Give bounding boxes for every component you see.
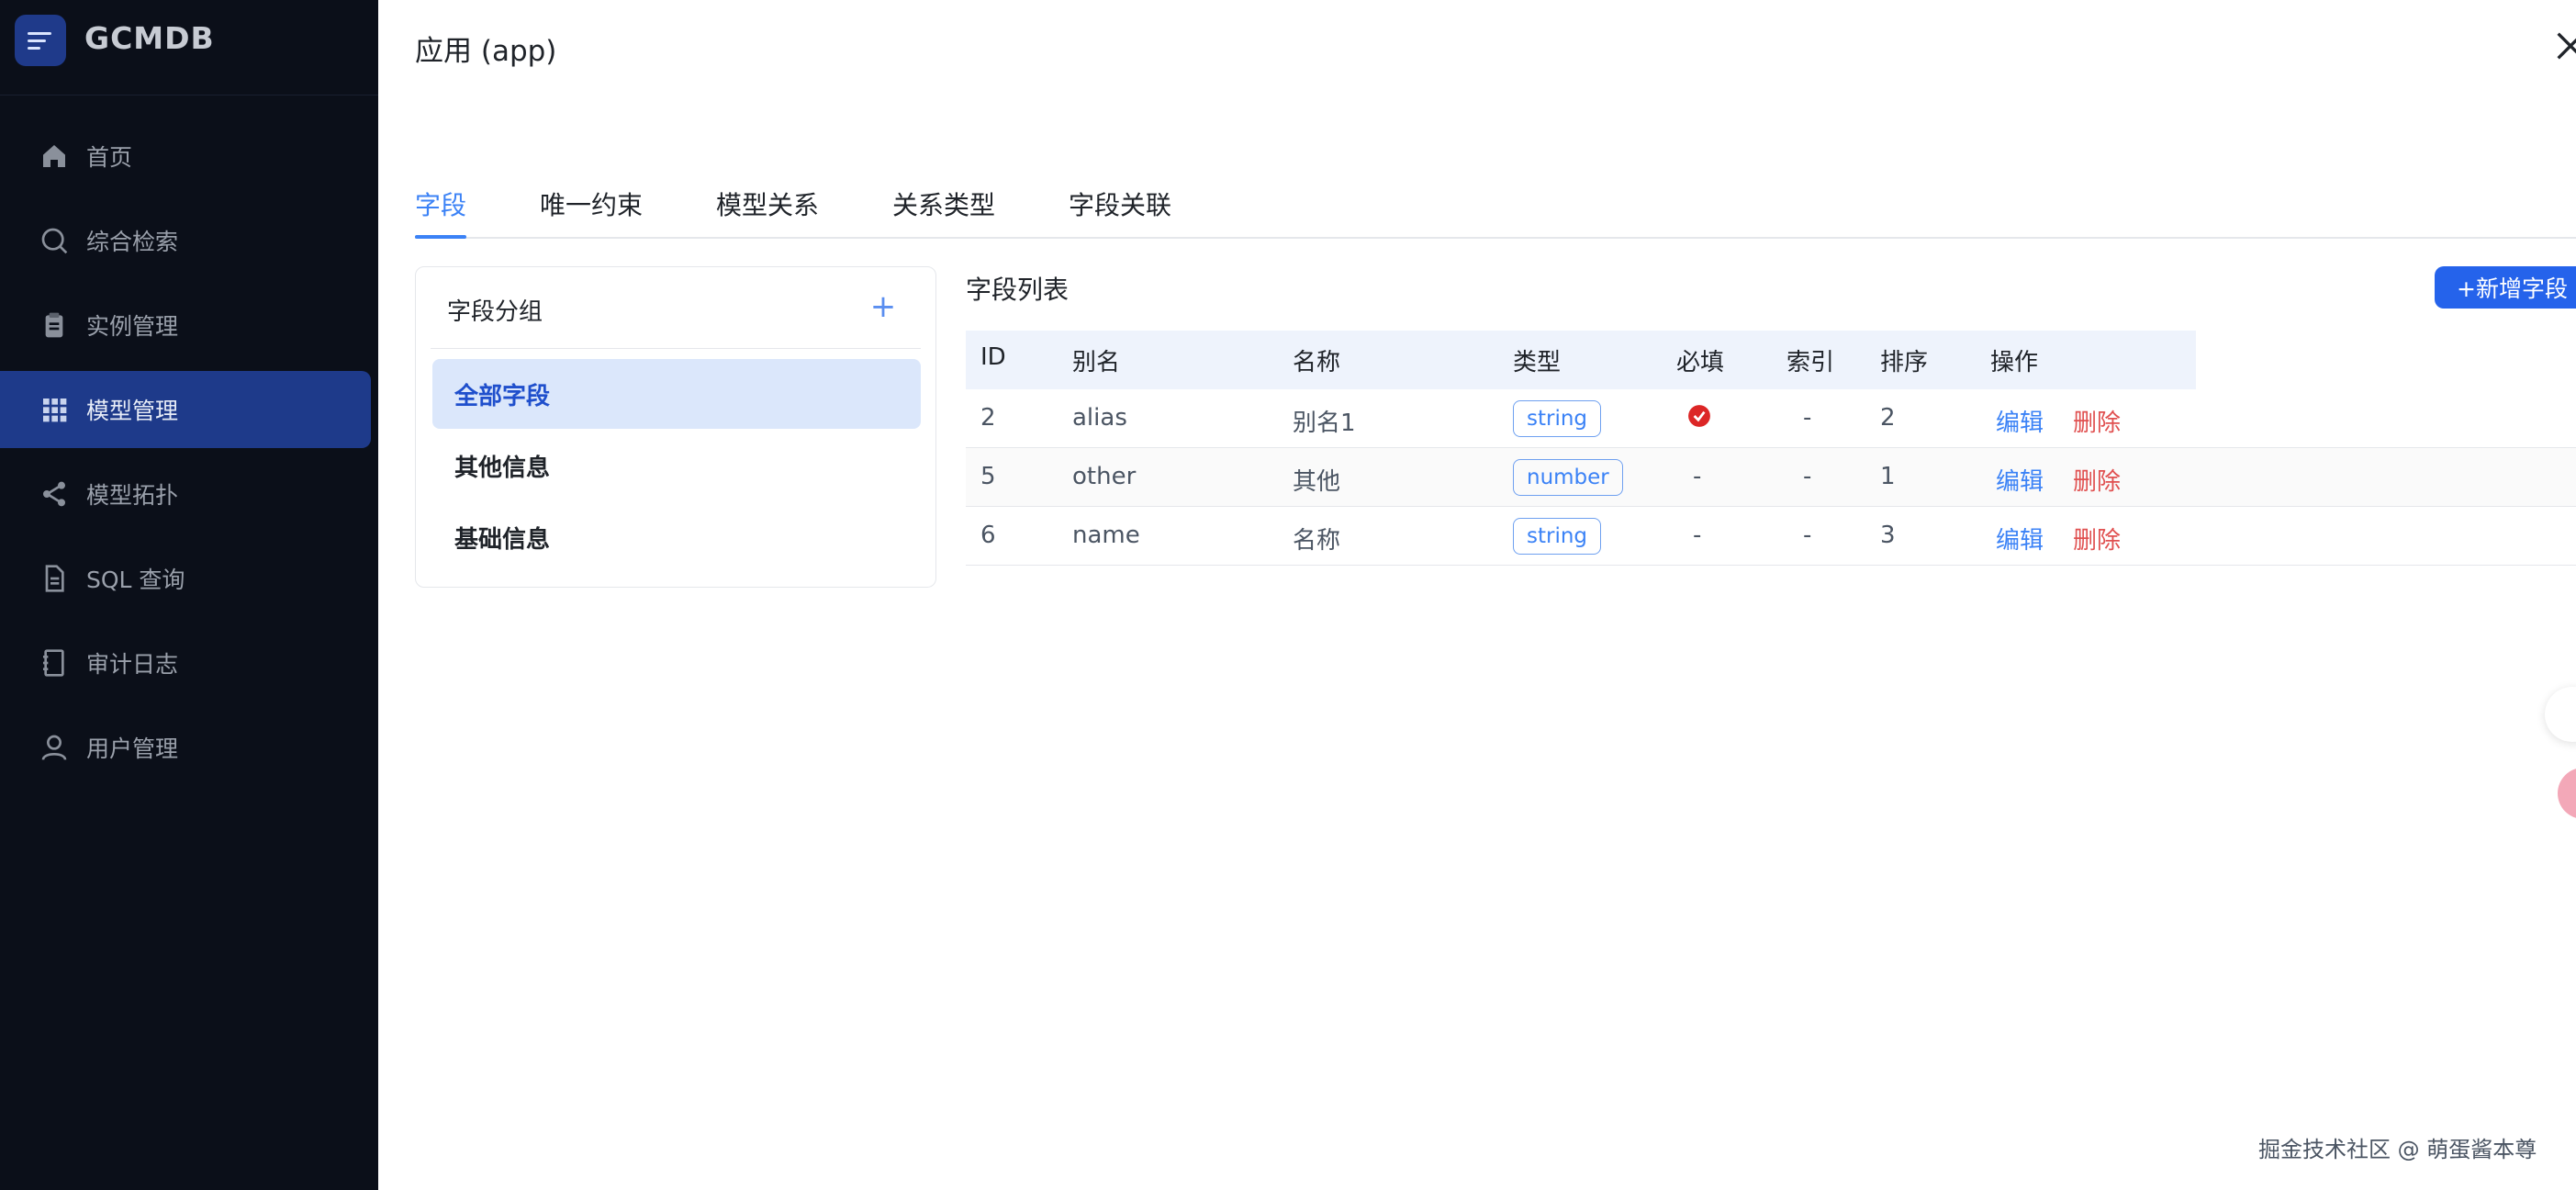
nav-item-label: 审计日志: [86, 651, 179, 678]
field-group-panel: 字段分组 + 全部字段 其他信息 基础信息: [415, 266, 936, 588]
tab-active-indicator: [415, 235, 466, 239]
cell-id: 6: [980, 522, 996, 549]
cell-name: 别名1: [1293, 410, 1356, 437]
nav-item-label: 首页: [86, 144, 133, 171]
plus-icon: +: [869, 288, 897, 325]
grid-icon: [39, 394, 70, 425]
brand-title: GCMDB: [84, 20, 215, 56]
group-panel-title: 字段分组: [447, 298, 543, 326]
cell-order: 2: [1880, 404, 1896, 432]
tab-model-relations[interactable]: 模型关系: [716, 185, 819, 222]
nav-item-instances[interactable]: 实例管理: [0, 286, 371, 364]
cell-id: 5: [980, 463, 996, 490]
close-icon[interactable]: [2552, 28, 2576, 64]
cell-name: 名称: [1293, 527, 1341, 555]
cell-index: -: [1803, 522, 1812, 549]
table-row: 5 other 其他 number - - 1 编辑 删除: [966, 448, 2576, 507]
column-header: 类型: [1513, 349, 1562, 376]
notebook-icon: [39, 647, 70, 679]
add-field-button[interactable]: +新增字段: [2435, 266, 2576, 309]
floating-assistant-button[interactable]: [2558, 768, 2576, 819]
table-row: 2 alias 别名1 string - 2 编辑 删除: [966, 389, 2576, 448]
nav-item-audit[interactable]: 审计日志: [0, 624, 371, 702]
nav-item-models[interactable]: 模型管理: [0, 371, 371, 448]
cell-alias: other: [1072, 463, 1137, 490]
type-tag: string: [1513, 400, 1602, 437]
brand-bar: GCMDB: [0, 0, 378, 95]
menu-toggle-button[interactable]: [15, 15, 66, 66]
cell-name: 其他: [1293, 468, 1341, 496]
column-header: 名称: [1293, 349, 1341, 376]
cell-alias: alias: [1072, 404, 1127, 432]
nav-item-label: 模型拓扑: [86, 482, 179, 509]
column-header: 排序: [1880, 349, 1929, 376]
nav-item-topology[interactable]: 模型拓扑: [0, 455, 371, 533]
floating-tool-button[interactable]: [2545, 687, 2576, 742]
type-tag: string: [1513, 518, 1602, 555]
delete-link[interactable]: 删除: [2073, 463, 2121, 497]
nav-item-label: SQL 查询: [86, 567, 185, 593]
nav-item-sql[interactable]: SQL 查询: [0, 540, 371, 617]
nav-item-home[interactable]: 首页: [0, 118, 371, 195]
home-icon: [39, 140, 70, 172]
column-header: 别名: [1072, 349, 1121, 376]
delete-link[interactable]: 删除: [2073, 522, 2121, 556]
tab-bar: 字段 唯一约束 模型关系 关系类型 字段关联: [415, 180, 2576, 239]
cell-required: -: [1693, 522, 1702, 549]
menu-icon-line: [28, 46, 40, 50]
nav-item-label: 实例管理: [86, 313, 179, 340]
type-tag: number: [1513, 459, 1623, 496]
edit-link[interactable]: 编辑: [1996, 404, 2044, 438]
clipboard-icon: [39, 309, 70, 341]
add-group-button[interactable]: +: [862, 286, 904, 328]
group-item-all[interactable]: 全部字段: [432, 359, 921, 429]
column-header: 必填: [1676, 349, 1725, 376]
edit-link[interactable]: 编辑: [1996, 522, 2044, 556]
watermark: 掘金技术社区 @ 萌蛋酱本尊: [2258, 1137, 2537, 1162]
sidebar: GCMDB 首页 综合检索 实例管理 模型管理 模型拓扑 SQL 查询 审计日志…: [0, 0, 378, 1190]
group-item-other[interactable]: 其他信息: [432, 431, 921, 500]
nav-item-label: 综合检索: [86, 229, 179, 255]
column-header: ID: [980, 343, 1006, 371]
tab-relation-types[interactable]: 关系类型: [892, 185, 995, 222]
menu-icon-line: [28, 39, 46, 42]
nav-item-label: 模型管理: [86, 398, 179, 424]
cell-id: 2: [980, 404, 996, 432]
search-icon: [39, 225, 70, 256]
divider: [431, 348, 921, 349]
field-list-title: 字段列表: [966, 275, 1070, 305]
cell-index: -: [1803, 463, 1812, 490]
delete-link[interactable]: 删除: [2073, 404, 2121, 438]
menu-icon: [28, 31, 51, 35]
tab-fields[interactable]: 字段: [415, 185, 466, 222]
nav-item-label: 用户管理: [86, 735, 179, 762]
column-header: 操作: [1990, 349, 2039, 376]
column-header: 索引: [1786, 349, 1835, 376]
page-title: 应用 (app): [415, 35, 557, 68]
table-row: 6 name 名称 string - - 3 编辑 删除: [966, 507, 2576, 566]
edit-link[interactable]: 编辑: [1996, 463, 2044, 497]
group-item-basic[interactable]: 基础信息: [432, 502, 921, 572]
nav-item-search[interactable]: 综合检索: [0, 202, 371, 279]
table-header: ID 别名 名称 类型 必填 索引 排序 操作: [966, 331, 2196, 389]
required-check-icon: [1688, 405, 1710, 427]
cell-required: -: [1693, 463, 1702, 490]
tab-unique-constraints[interactable]: 唯一约束: [540, 185, 643, 222]
cell-alias: name: [1072, 522, 1140, 549]
cell-order: 1: [1880, 463, 1896, 490]
tab-field-links[interactable]: 字段关联: [1069, 185, 1171, 222]
share-icon: [39, 478, 70, 510]
nav-item-users[interactable]: 用户管理: [0, 709, 371, 786]
user-icon: [39, 732, 70, 763]
cell-index: -: [1803, 404, 1812, 432]
document-icon: [39, 563, 70, 594]
cell-order: 3: [1880, 522, 1896, 549]
